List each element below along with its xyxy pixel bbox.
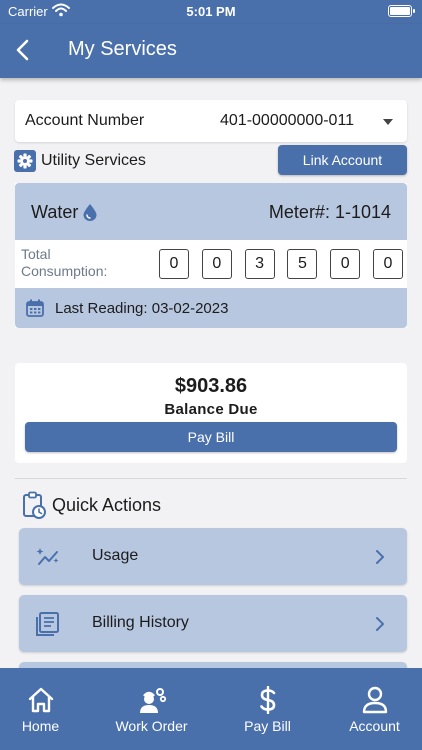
tab-home[interactable]: Home [0,668,93,750]
battery-icon [388,5,415,17]
bottom-tab-bar: Home Work Order Pay Bill Account [0,668,422,750]
account-number-select[interactable]: Account Number 401-00000000-011 [15,100,407,142]
account-number-label: Account Number [25,112,145,129]
balance-amount: $903.86 [174,375,248,397]
consumption-digit: 0 [201,249,232,279]
tab-label: Work Order [115,718,188,734]
service-header: Water Meter#: 1-1014 [15,183,407,240]
consumption-digit: 3 [244,249,275,279]
consumption-digit: 0 [330,249,361,279]
link-account-button[interactable]: Link Account [278,145,407,175]
status-bar: Carrier 5:01 PM [0,0,422,24]
dropdown-caret-icon [383,119,393,125]
account-number-value: 401-00000000-011 [220,112,355,129]
tab-label: Account [349,718,400,734]
tab-account[interactable]: Account [322,668,422,750]
section-divider [15,478,407,479]
quick-actions-title: Quick Actions [52,495,162,515]
chevron-right-icon [376,550,384,564]
nav-bar: My Services [0,24,422,78]
service-name: Water [31,202,79,222]
quick-action-label: Billing History [92,614,189,631]
chevron-right-icon [376,617,384,631]
account-icon [362,686,387,714]
balance-card: $903.86 Balance Due Pay Bill [15,363,407,463]
dollar-icon [259,686,275,714]
work-order-icon [139,688,166,713]
page-title: My Services [68,38,177,60]
usage-icon [36,548,59,565]
back-chevron-icon[interactable] [12,37,36,63]
water-service-card: Water Meter#: 1-1014 Total Consumption: … [15,183,407,328]
balance-due-label: Balance Due [164,401,258,418]
tab-label: Home [21,718,60,734]
utility-services-label: Utility Services [41,152,146,169]
tab-work-order[interactable]: Work Order [99,668,204,750]
consumption-digit: 5 [287,249,318,279]
home-icon [28,687,53,713]
last-reading-text: Last Reading: 03-02-2023 [55,300,229,317]
status-time: 5:01 PM [186,4,236,19]
quick-action-usage[interactable]: Usage [19,528,407,585]
pay-bill-button[interactable]: Pay Bill [25,422,397,452]
calendar-icon [26,299,44,317]
total-consumption-label: Total Consumption: [21,246,108,279]
last-reading-row: Last Reading: 03-02-2023 [15,288,407,328]
clipboard-clock-icon [23,491,46,519]
tab-pay-bill[interactable]: Pay Bill [215,668,320,750]
total-consumption-row: Total Consumption: 0 0 3 5 0 0 [15,240,407,287]
quick-action-label: Usage [92,547,139,564]
quick-action-billing-history[interactable]: Billing History [19,595,407,652]
consumption-digit: 0 [372,249,403,279]
tab-label: Pay Bill [244,718,291,734]
consumption-digits: 0 0 3 5 0 0 [159,249,403,279]
gear-icon [14,150,36,172]
water-drop-icon [83,204,97,221]
billing-history-icon [36,612,59,636]
meter-number: Meter#: 1-1014 [268,202,391,222]
consumption-digit: 0 [159,249,189,279]
